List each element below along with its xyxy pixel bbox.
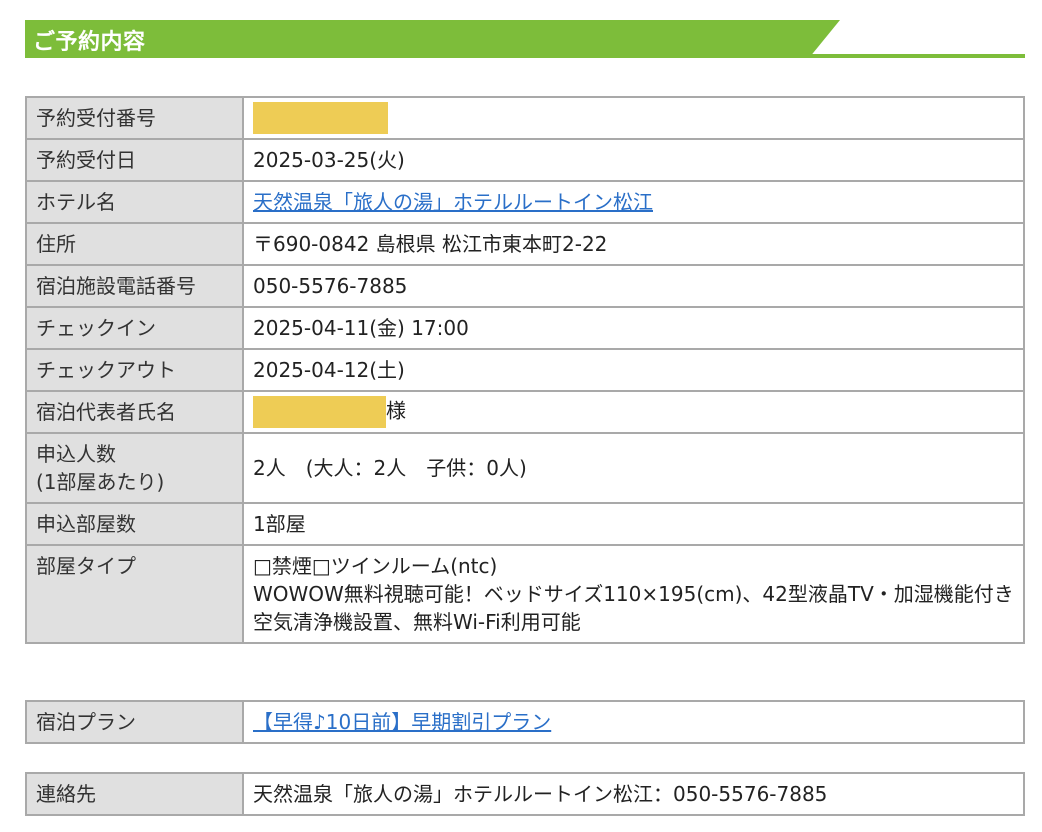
guest-count-label: 申込人数 (1部屋あたり) [25, 432, 244, 504]
checkin-value: 2025-04-11(金) 17:00 [242, 306, 1025, 350]
hotel-name-label: ホテル名 [25, 180, 244, 224]
section-header-band [25, 20, 840, 58]
guest-count-label-line1: 申込人数 [36, 442, 116, 466]
plan-label: 宿泊プラン [25, 700, 244, 744]
guest-count-value: 2人 (大人：2人 子供：0人) [242, 432, 1025, 504]
address-value: 〒690-0842 島根県 松江市東本町2-22 [242, 222, 1025, 266]
table-row: 連絡先 天然温泉「旅人の湯」ホテルルートイン松江：050-5576-7885 [25, 772, 1025, 816]
plan-link[interactable]: 【早得♪10日前】早期割引プラン [253, 710, 551, 734]
contact-table: 連絡先 天然温泉「旅人の湯」ホテルルートイン松江：050-5576-7885 [25, 772, 1025, 816]
section-title: ご予約内容 [33, 30, 146, 55]
reservation-number-label: 予約受付番号 [25, 96, 244, 140]
table-row: 住所 〒690-0842 島根県 松江市東本町2-22 [25, 222, 1025, 266]
guest-count-label-line2: (1部屋あたり) [36, 470, 165, 494]
reservation-details-table: 予約受付番号 予約受付日 2025-03-25(火) ホテル名 天然温泉「旅人の… [25, 96, 1025, 644]
room-count-label: 申込部屋数 [25, 502, 244, 546]
room-type-value: □禁煙□ツインルーム(ntc) WOWOW無料視聴可能！ベッドサイズ110×19… [242, 544, 1025, 644]
plan-value: 【早得♪10日前】早期割引プラン [242, 700, 1025, 744]
checkout-value: 2025-04-12(土) [242, 348, 1025, 392]
contact-value: 天然温泉「旅人の湯」ホテルルートイン松江：050-5576-7885 [242, 772, 1025, 816]
checkout-label: チェックアウト [25, 348, 244, 392]
hotel-phone-label: 宿泊施設電話番号 [25, 264, 244, 308]
redacted-guest-name [253, 396, 386, 428]
room-count-value: 1部屋 [242, 502, 1025, 546]
table-row: 宿泊プラン 【早得♪10日前】早期割引プラン [25, 700, 1025, 744]
reservation-date-value: 2025-03-25(火) [242, 138, 1025, 182]
hotel-name-link[interactable]: 天然温泉「旅人の湯」ホテルルートイン松江 [253, 190, 653, 214]
table-row: 宿泊代表者氏名 様 [25, 390, 1025, 434]
redacted-reservation-number [253, 102, 388, 134]
reservation-number-value [242, 96, 1025, 140]
plan-table: 宿泊プラン 【早得♪10日前】早期割引プラン [25, 700, 1025, 744]
room-type-description: WOWOW無料視聴可能！ベッドサイズ110×195(cm)、42型液晶TV・加湿… [253, 582, 1014, 634]
guest-name-label: 宿泊代表者氏名 [25, 390, 244, 434]
room-type-name: □禁煙□ツインルーム(ntc) [253, 554, 498, 578]
guest-name-value: 様 [242, 390, 1025, 434]
section-header: ご予約内容 [25, 20, 1025, 58]
guest-honorific: 様 [386, 398, 406, 423]
table-row: ホテル名 天然温泉「旅人の湯」ホテルルートイン松江 [25, 180, 1025, 224]
table-row: 申込部屋数 1部屋 [25, 502, 1025, 546]
contact-label: 連絡先 [25, 772, 244, 816]
reservation-date-label: 予約受付日 [25, 138, 244, 182]
table-row: 予約受付日 2025-03-25(火) [25, 138, 1025, 182]
address-label: 住所 [25, 222, 244, 266]
hotel-name-value: 天然温泉「旅人の湯」ホテルルートイン松江 [242, 180, 1025, 224]
table-row: 申込人数 (1部屋あたり) 2人 (大人：2人 子供：0人) [25, 432, 1025, 504]
section-header-underline [25, 54, 1025, 58]
room-type-label: 部屋タイプ [25, 544, 244, 644]
table-row: チェックイン 2025-04-11(金) 17:00 [25, 306, 1025, 350]
table-row: チェックアウト 2025-04-12(土) [25, 348, 1025, 392]
table-row: 予約受付番号 [25, 96, 1025, 140]
table-row: 部屋タイプ □禁煙□ツインルーム(ntc) WOWOW無料視聴可能！ベッドサイズ… [25, 544, 1025, 644]
checkin-label: チェックイン [25, 306, 244, 350]
hotel-phone-value: 050-5576-7885 [242, 264, 1025, 308]
table-row: 宿泊施設電話番号 050-5576-7885 [25, 264, 1025, 308]
